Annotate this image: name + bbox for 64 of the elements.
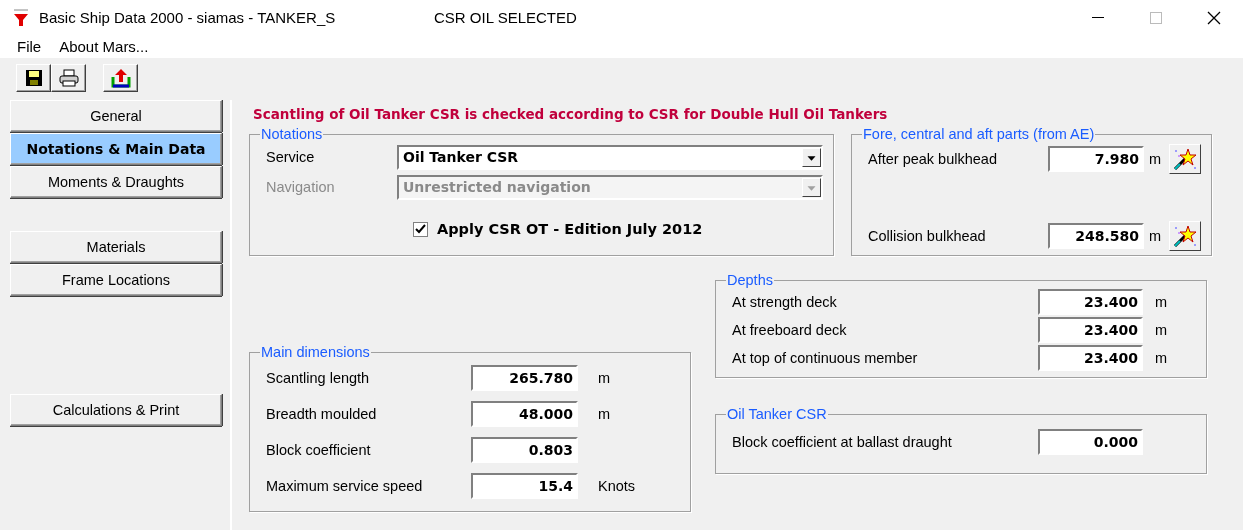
nav-button[interactable]: Frame Locations — [10, 264, 222, 296]
value-field[interactable]: 23.400 — [1038, 289, 1143, 315]
unit-label: m — [598, 370, 611, 386]
save-button[interactable] — [16, 63, 51, 92]
value-field[interactable]: 48.000 — [471, 401, 578, 427]
status-text: CSR OIL SELECTED — [434, 9, 577, 26]
unit-label: m — [598, 406, 611, 422]
unit-label: Knots — [598, 478, 636, 494]
field-label: Service — [266, 149, 316, 165]
menu-item[interactable]: About Mars... — [59, 38, 149, 55]
field-label: At freeboard deck — [732, 322, 848, 338]
field-label: Block coefficient — [266, 442, 372, 458]
unit-label: m — [1149, 151, 1162, 167]
value-field[interactable]: 15.4 — [471, 473, 578, 499]
caret-icon — [802, 177, 821, 197]
unit-label: m — [1149, 228, 1162, 244]
field-label: At strength deck — [732, 294, 838, 310]
status-heading: Scantling of Oil Tanker CSR is checked according to CSR for Double Hull Oil Tankers — [253, 106, 889, 122]
field-label: At top of continuous member — [732, 350, 919, 366]
nav-button[interactable]: Calculations & Print — [10, 394, 222, 426]
value-field[interactable]: 265.780 — [471, 365, 578, 391]
nav-button[interactable]: Notations & Main Data — [10, 133, 222, 165]
unit-label: m — [1155, 294, 1168, 310]
funnel-icon — [13, 7, 29, 28]
nav-button[interactable]: Materials — [10, 231, 222, 263]
unit-label: m — [1155, 350, 1168, 366]
nav-button[interactable]: General — [10, 100, 222, 132]
field-label: Breadth moulded — [266, 406, 378, 422]
magic-wand-icon — [1172, 224, 1199, 248]
group-title: Oil Tanker CSR — [726, 406, 828, 422]
value-field[interactable]: 23.400 — [1038, 345, 1143, 371]
export-button[interactable] — [103, 63, 138, 92]
field-label: After peak bulkhead — [868, 151, 998, 167]
value-field[interactable]: 23.400 — [1038, 317, 1143, 343]
value-field[interactable]: 0.000 — [1038, 429, 1143, 455]
wizard-button[interactable] — [1169, 144, 1202, 174]
minimize-icon — [1092, 16, 1104, 19]
printer-icon — [58, 68, 79, 87]
group-title: Depths — [726, 272, 774, 288]
field-label: Navigation — [266, 179, 336, 195]
value-field[interactable]: 7.980 — [1048, 146, 1144, 172]
group-title: Notations — [260, 126, 324, 142]
unit-label: m — [1155, 322, 1168, 338]
dropdown[interactable]: Oil Tanker CSR — [397, 144, 823, 170]
print-button[interactable] — [51, 63, 86, 92]
caret-icon — [802, 147, 821, 167]
group-title: Main dimensions — [260, 344, 371, 360]
magic-wand-icon — [1172, 147, 1199, 171]
group-title: Fore, central and aft parts (from AE) — [862, 126, 1096, 142]
field-label: Scantling length — [266, 370, 371, 386]
value-field[interactable]: 248.580 — [1048, 223, 1144, 249]
export-icon — [110, 67, 131, 88]
field-label: Block coefficient at ballast draught — [732, 434, 953, 450]
close-icon — [1207, 10, 1221, 25]
field-label: Maximum service speed — [266, 478, 424, 494]
wizard-button[interactable] — [1169, 221, 1202, 251]
csr-checkbox[interactable]: Apply CSR OT - Edition July 2012 — [413, 221, 823, 237]
checkmark-icon — [415, 224, 426, 234]
value-field[interactable]: 0.803 — [471, 437, 578, 463]
nav-button[interactable]: Moments & Draughts — [10, 166, 222, 198]
window-title: Basic Ship Data 2000 - siamas - TANKER_S — [39, 9, 337, 26]
field-label: Collision bulkhead — [868, 228, 987, 244]
maximize-icon — [1150, 11, 1162, 24]
menu-item[interactable]: File — [17, 38, 42, 55]
